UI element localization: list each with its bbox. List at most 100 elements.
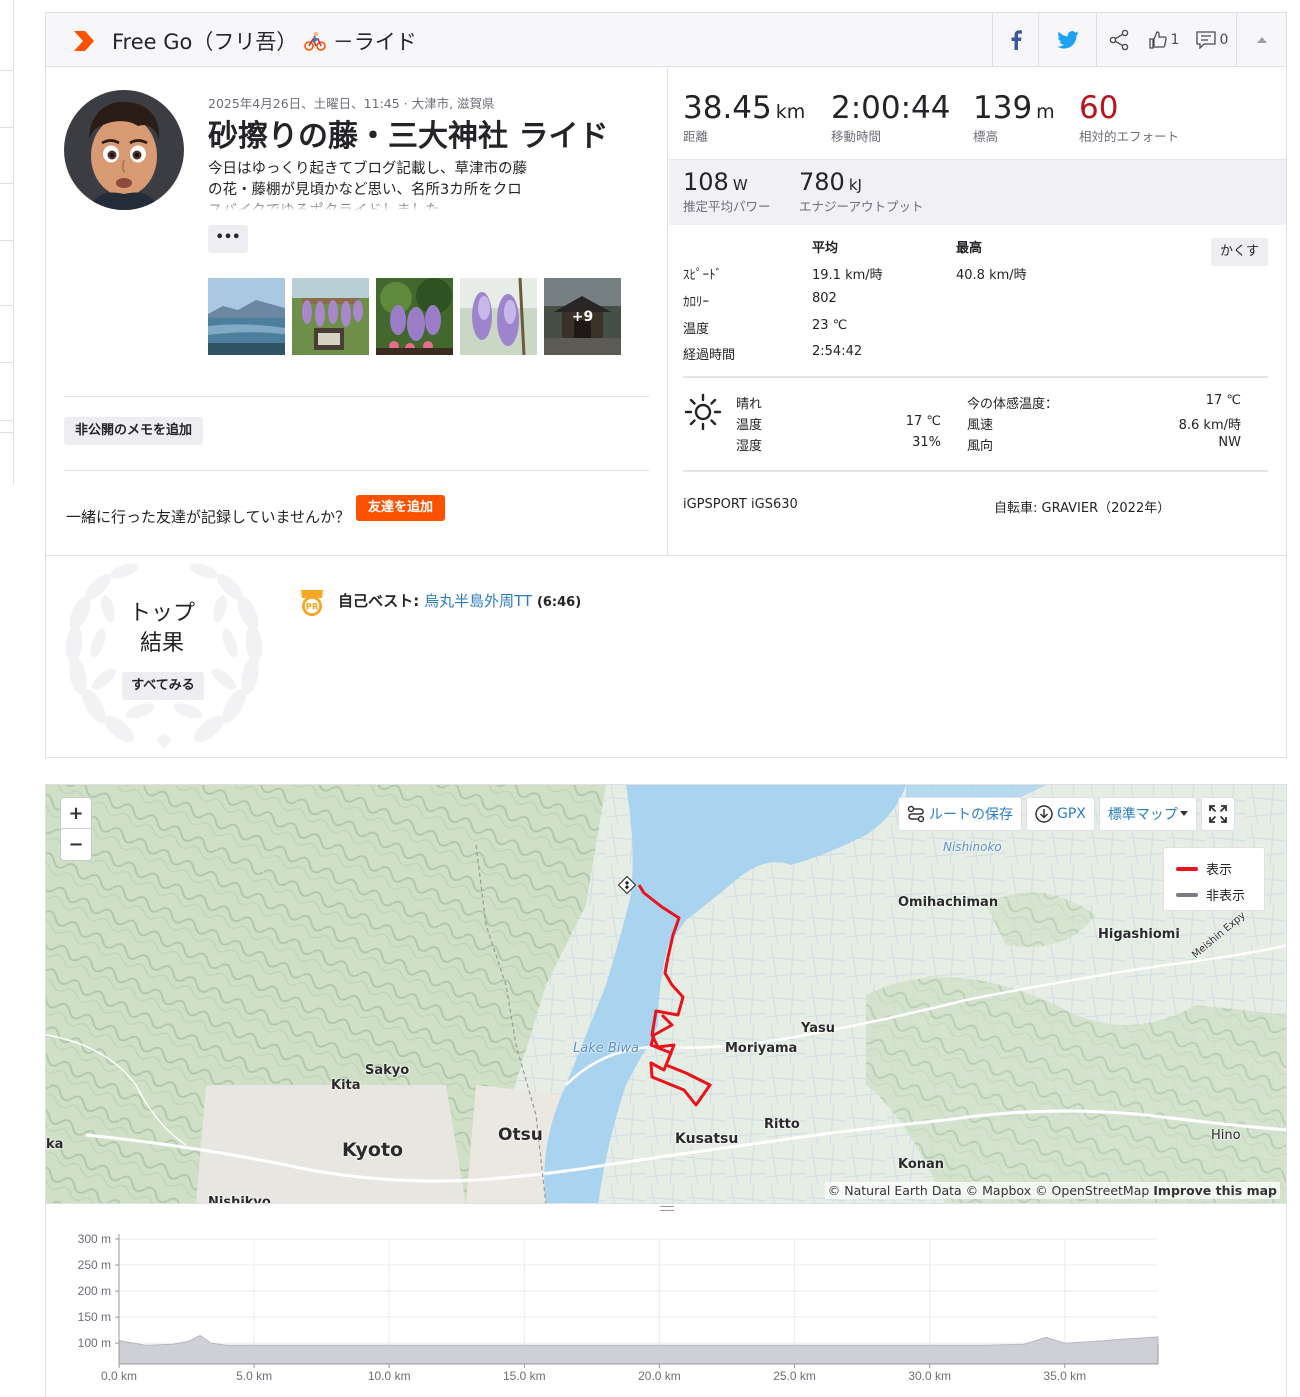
legend-show[interactable]: 表示 — [1176, 859, 1232, 878]
y-tick-label: 150 m — [78, 1310, 111, 1324]
details-row-label: ｽﾋﾟｰﾄﾞ — [683, 268, 722, 283]
save-route-label: ルートの保存 — [929, 807, 1013, 823]
elevation-value: 139 — [973, 90, 1033, 126]
stats-pane: 38.45 km 距離 2:00:44 移動時間 139 m 標高 60 相対的エフ… — [669, 68, 1286, 555]
elevation-unit: m — [1036, 101, 1055, 123]
details-row-avg: 2:54:42 — [812, 344, 863, 359]
map-label: Otsu — [498, 1125, 543, 1145]
route-icon — [907, 805, 925, 823]
kudos-count: 1 — [1170, 32, 1180, 48]
map-label: Sakyo — [365, 1063, 410, 1078]
distance-unit: km — [775, 101, 806, 123]
zoom-control: + − — [60, 797, 92, 861]
moving-time-label: 移動時間 — [831, 129, 882, 144]
weather-wind-speed: 8.6 km/時 — [1178, 418, 1241, 433]
sun-icon — [684, 393, 722, 431]
distance-label: 距離 — [683, 129, 709, 144]
details-col-avg: 平均 — [812, 241, 839, 256]
photo-more-count: +9 — [571, 308, 594, 325]
activity-title[interactable]: 砂擦りの藤・三大神社 ライド — [208, 111, 608, 155]
stat-relative-effort[interactable]: 60 相対的エフォート — [1079, 90, 1179, 145]
top-results-heading: トップ 結果 — [92, 599, 232, 659]
map-style-dropdown[interactable]: 標準マップ — [1098, 797, 1197, 831]
gpx-label: GPX — [1057, 806, 1086, 822]
caret-down-icon — [1179, 811, 1188, 816]
facebook-icon — [1011, 30, 1022, 50]
svg-text:PR: PR — [306, 603, 319, 613]
comment-icon — [1195, 31, 1216, 49]
activity-header-title: Free Go（フリ吾） －ライド — [112, 26, 417, 56]
details-row-avg: 23 ℃ — [812, 318, 848, 333]
pb-segment-link[interactable]: 烏丸半島外周TT — [424, 592, 532, 610]
map-legend: 表示 非表示 — [1163, 847, 1265, 911]
map-style-label: 標準マップ — [1107, 807, 1178, 823]
weather-wind-dir: NW — [1218, 435, 1241, 450]
twitter-icon — [1056, 31, 1079, 49]
map-attribution: © Natural Earth Data © Mapbox © OpenStre… — [824, 1182, 1280, 1199]
photo-thumbnail[interactable] — [208, 278, 285, 355]
fullscreen-button[interactable] — [1200, 797, 1235, 831]
map-label: Hino — [1211, 1128, 1241, 1143]
map-label: Ritto — [764, 1117, 800, 1132]
x-tick-label: 5.0 km — [236, 1369, 272, 1383]
avg-power-unit: W — [732, 176, 748, 194]
distance-value: 38.45 — [683, 90, 772, 126]
add-private-note-button[interactable]: 非公開のメモを追加 — [64, 417, 204, 445]
pb-time: (6:46) — [536, 595, 582, 610]
energy-label: エナジーアウトプット — [799, 199, 924, 214]
download-icon — [1035, 805, 1053, 823]
personal-best: 自己ベスト: 烏丸半島外周TT (6:46) — [338, 590, 581, 611]
attribution-text[interactable]: © Natural Earth Data © Mapbox © OpenStre… — [828, 1183, 1150, 1198]
fullscreen-icon — [1208, 805, 1227, 823]
kudos-button[interactable]: 1 — [1140, 13, 1188, 67]
pb-label: 自己ベスト: — [338, 592, 420, 610]
elevation-area — [118, 1334, 1159, 1365]
improve-map-link[interactable]: Improve this map — [1153, 1183, 1277, 1198]
device-name: iGPSPORT iGS630 — [683, 497, 798, 512]
stat-moving-time: 2:00:44 移動時間 — [831, 90, 951, 145]
photo-thumbnail[interactable] — [376, 278, 453, 355]
caret-up-icon — [1256, 37, 1267, 43]
x-tick-label: 15.0 km — [503, 1369, 546, 1383]
relative-effort-label: 相対的エフォート — [1079, 129, 1180, 144]
y-tick-label: 200 m — [78, 1284, 111, 1298]
athlete-name[interactable]: Free Go（フリ吾） — [112, 30, 297, 54]
weather-wind-speed-label: 風速 — [967, 418, 994, 433]
map-label: Kyoto — [342, 1139, 404, 1161]
chevron-right-icon — [74, 31, 94, 51]
energy-value: 780 — [799, 168, 845, 196]
athlete-avatar[interactable] — [64, 90, 184, 210]
more-description-button[interactable]: ••• — [208, 225, 248, 253]
zoom-out-button[interactable]: − — [61, 829, 91, 860]
details-row-label: 経過時間 — [683, 348, 736, 363]
y-tick-label: 300 m — [78, 1232, 111, 1246]
facebook-share-button[interactable] — [992, 13, 1038, 67]
save-route-button[interactable]: ルートの保存 — [898, 797, 1022, 831]
resize-handle-icon[interactable] — [660, 1206, 674, 1211]
x-tick-label: 10.0 km — [368, 1369, 411, 1383]
photo-thumbnail[interactable] — [460, 278, 537, 355]
weather-humidity: 31% — [912, 435, 941, 450]
route-map[interactable]: Nishinoko Omihachiman Higashiomi Meishin… — [45, 784, 1287, 1204]
comments-button[interactable]: 0 — [1188, 13, 1236, 67]
elevation-chart[interactable]: 300 m 250 m 200 m 150 m 100 m 0.0 km 5.0 km 10.… — [45, 1204, 1287, 1397]
legend-hide[interactable]: 非表示 — [1176, 885, 1245, 904]
gpx-export-button[interactable]: GPX — [1026, 797, 1095, 831]
map-canvas[interactable] — [46, 785, 1287, 1204]
map-label: Omihachiman — [898, 895, 999, 910]
twitter-share-button[interactable] — [1038, 13, 1096, 67]
activity-header: Free Go（フリ吾） －ライド 1 0 — [46, 13, 1286, 67]
map-label: Kusatsu — [675, 1131, 739, 1147]
see-all-button[interactable]: すべてみる — [122, 672, 204, 700]
map-label: Nishinoko — [943, 840, 1002, 854]
personal-record-icon: PR — [301, 590, 323, 616]
elevation-plot[interactable]: 300 m 250 m 200 m 150 m 100 m 0.0 km 5.0 km 10.… — [46, 1204, 1286, 1397]
photo-thumbnail[interactable] — [292, 278, 369, 355]
share-button[interactable] — [1096, 13, 1140, 67]
collapse-button[interactable] — [1236, 13, 1286, 67]
weather-feels-label: 今の体感温度： — [967, 397, 1059, 412]
details-row-label: ｶﾛﾘｰ — [683, 295, 709, 310]
hide-details-button[interactable]: かくす — [1211, 238, 1268, 266]
add-friend-button[interactable]: 友達を追加 — [356, 495, 446, 521]
zoom-in-button[interactable]: + — [61, 798, 91, 829]
